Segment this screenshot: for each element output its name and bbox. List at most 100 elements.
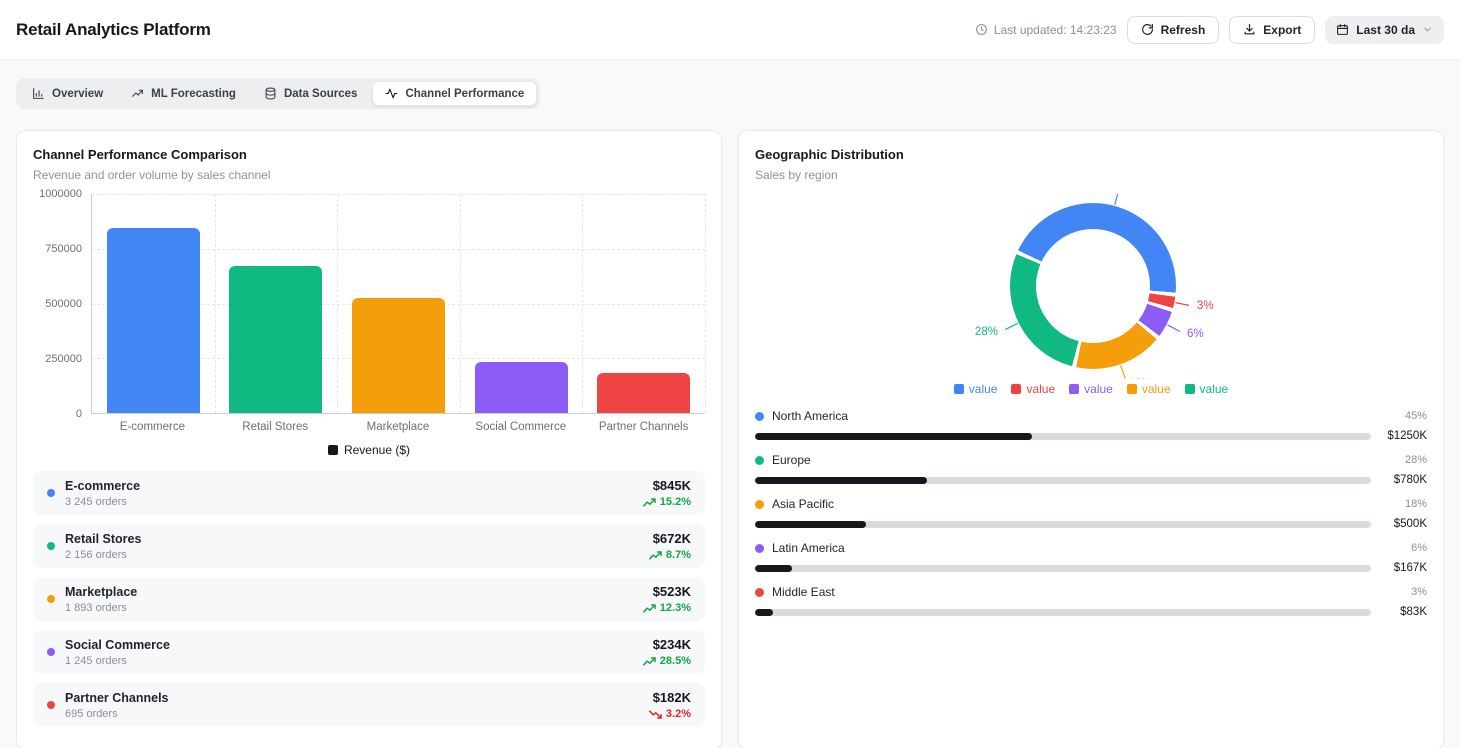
region-color-dot xyxy=(755,499,764,509)
bar-social-commerce xyxy=(474,361,568,413)
tab-data-sources[interactable]: Data Sources xyxy=(251,81,371,106)
donut-legend-item-asia-pacific: value xyxy=(1126,382,1171,396)
tab-channel-performance[interactable]: Channel Performance xyxy=(372,81,538,106)
legend-swatch xyxy=(1126,384,1137,394)
header-actions: Last updated: 14:23:23 Refresh Export La… xyxy=(975,15,1444,44)
x-axis-label: E-commerce xyxy=(119,421,185,433)
legend-swatch xyxy=(1069,384,1080,394)
region-row-top: Europe 28% xyxy=(755,453,1427,467)
y-tick-label: 0 xyxy=(75,408,82,420)
gridline-vertical xyxy=(705,194,706,413)
channel-trend: 28.5% xyxy=(642,655,691,667)
bar-slot-marketplace xyxy=(337,194,460,413)
trending-up-icon xyxy=(648,550,662,560)
refresh-button[interactable]: Refresh xyxy=(1126,15,1220,44)
channel-row-right: $845K 15.2% xyxy=(642,478,691,508)
region-progress-fill xyxy=(755,608,774,616)
donut-legend-item-north-america: value xyxy=(953,382,997,396)
channel-performance-card: Channel Performance Comparison Revenue a… xyxy=(16,130,722,748)
bar-e-commerce xyxy=(106,227,200,413)
channel-row-right: $523K 12.3% xyxy=(642,584,691,614)
region-progress-track xyxy=(755,564,1371,572)
bar-slot-social-commerce xyxy=(460,194,583,413)
region-name: Middle East xyxy=(772,585,835,599)
trending-up-icon xyxy=(642,497,656,507)
region-row-top: Asia Pacific 18% xyxy=(755,497,1427,511)
channel-text: Retail Stores 2 156 orders xyxy=(65,532,141,561)
channel-row-e-commerce: E-commerce 3 245 orders $845K 15.2% xyxy=(33,471,705,515)
donut-legend-item-europe: value xyxy=(1184,382,1229,396)
channel-row-marketplace: Marketplace 1 893 orders $523K 12.3% xyxy=(33,577,705,621)
refresh-icon xyxy=(1141,23,1154,36)
region-name: North America xyxy=(772,409,849,423)
legend-swatch xyxy=(327,445,338,455)
region-percent: 6% xyxy=(1411,542,1427,554)
region-percent: 45% xyxy=(1404,410,1427,422)
trend-percent: 15.2% xyxy=(659,496,691,508)
channel-row-retail-stores: Retail Stores 2 156 orders $672K 8.7% xyxy=(33,524,705,568)
channel-color-dot xyxy=(47,489,55,497)
tab-bar: Overview ML Forecasting Data Sources Cha… xyxy=(16,78,541,109)
donut-pct-label-europe: 28% xyxy=(974,325,998,338)
legend-label: value xyxy=(1141,382,1171,396)
export-button[interactable]: Export xyxy=(1229,15,1316,44)
channel-text: Marketplace 1 893 orders xyxy=(65,585,137,614)
tab-ml-forecasting[interactable]: ML Forecasting xyxy=(118,81,249,106)
region-progress-row: $780K xyxy=(755,474,1427,486)
calendar-icon xyxy=(1336,23,1349,36)
region-color-dot xyxy=(755,543,764,553)
region-percent: 18% xyxy=(1404,498,1427,510)
trend-percent: 28.5% xyxy=(659,655,691,667)
legend-label: Revenue ($) xyxy=(343,443,411,457)
donut-leader-lines xyxy=(1004,194,1190,379)
last-updated: Last updated: 14:23:23 xyxy=(975,23,1117,37)
app-header: Retail Analytics Platform Last updated: … xyxy=(0,0,1460,60)
region-amount: $1250K xyxy=(1387,430,1427,442)
trend-percent: 3.2% xyxy=(665,708,691,720)
bar-plot-area xyxy=(91,194,706,414)
card-subtitle: Sales by region xyxy=(755,168,838,182)
channel-text: Partner Channels 695 orders xyxy=(65,691,169,720)
bar-chart-icon xyxy=(32,87,45,100)
channel-color-dot xyxy=(47,595,55,603)
donut-pct-label-middle-east: 3% xyxy=(1196,299,1214,312)
region-name: Europe xyxy=(772,453,811,467)
donut-chart-area: 45%3%6%18%28% xyxy=(755,194,1427,379)
trend-percent: 8.7% xyxy=(665,549,691,561)
y-tick-label: 1000000 xyxy=(39,188,82,200)
channel-row-right: $182K 3.2% xyxy=(648,690,691,720)
last-updated-text: Last updated: 14:23:23 xyxy=(993,22,1117,37)
region-row-north-america: North America 45% $1250K xyxy=(755,409,1427,442)
channel-name: Retail Stores xyxy=(65,531,142,546)
card-title: Geographic Distribution xyxy=(755,147,904,162)
revenue-bar-chart: 0 250000 500000 750000 1000000 xyxy=(33,188,706,420)
channel-row-partner-channels: Partner Channels 695 orders $182K 3.2% xyxy=(33,683,705,727)
donut-legend-item-latin-america: value xyxy=(1069,382,1113,396)
channel-color-dot xyxy=(47,542,55,550)
legend-label: value xyxy=(1199,382,1229,396)
channel-row-left: Partner Channels 695 orders xyxy=(47,691,169,720)
clock-icon xyxy=(975,23,988,36)
channel-row-left: E-commerce 3 245 orders xyxy=(47,479,140,508)
region-color-dot xyxy=(755,411,764,421)
x-axis-labels: E-commerce Retail Stores Marketplace Social… xyxy=(91,421,705,433)
region-row-top: Latin America 6% xyxy=(755,541,1427,555)
channel-name: E-commerce xyxy=(65,478,141,493)
region-name: Asia Pacific xyxy=(772,497,835,511)
tab-overview[interactable]: Overview xyxy=(19,81,116,106)
channel-color-dot xyxy=(47,648,55,656)
channel-color-dot xyxy=(47,701,55,709)
region-label: Latin America xyxy=(755,541,845,555)
bar-retail-stores xyxy=(229,265,323,413)
region-row-europe: Europe 28% $780K xyxy=(755,453,1427,486)
geographic-distribution-card: Geographic Distribution Sales by region … xyxy=(738,130,1444,748)
database-icon xyxy=(264,87,277,100)
donut-legend-item-middle-east: value xyxy=(1011,382,1055,396)
channel-value: $182K xyxy=(652,690,691,705)
region-label: Middle East xyxy=(755,585,835,599)
date-range-select[interactable]: Last 30 da xyxy=(1325,15,1444,44)
x-axis-label: Retail Stores xyxy=(242,421,309,433)
region-name: Latin America xyxy=(772,541,845,555)
region-label: North America xyxy=(755,409,848,423)
region-progress-row: $500K xyxy=(755,518,1427,530)
